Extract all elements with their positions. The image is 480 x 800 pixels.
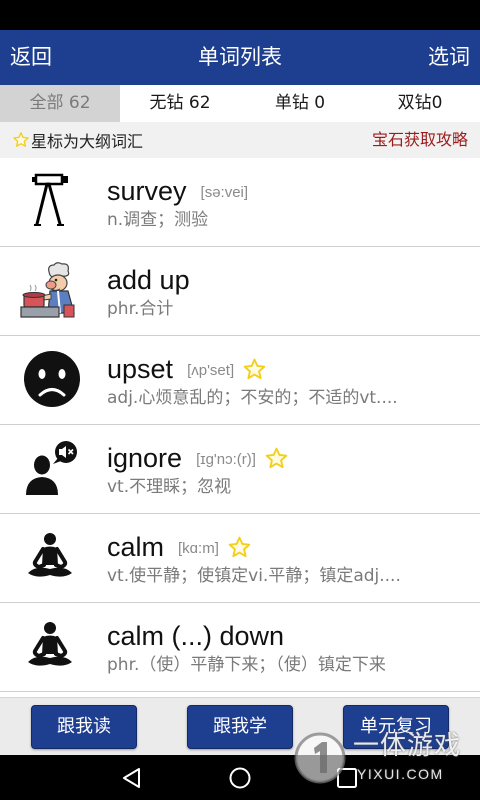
word-heading: calm [kɑ:m] xyxy=(107,529,252,565)
action-bar: 跟我读 跟我学 单元复习 xyxy=(0,697,480,755)
list-item[interactable]: add up phr.合计 xyxy=(0,247,480,336)
definition-text: adj.心烦意乱的；不安的；不适的vt.... xyxy=(107,388,398,408)
star-legend-text: 星标为大纲词汇 xyxy=(31,132,144,151)
nav-back-icon[interactable] xyxy=(119,765,145,791)
word-text: ignore xyxy=(107,442,183,473)
list-item[interactable]: calm [kɑ:m] vt.使平静；使镇定vi.平静；镇定adj.... xyxy=(0,514,480,603)
word-heading: ignore [ɪg'nɔ:(r)] xyxy=(107,440,289,476)
list-item[interactable]: calm (...) down phr.（使）平静下来；（使）镇定下来 xyxy=(0,603,480,692)
word-text: calm xyxy=(107,531,165,562)
word-image xyxy=(20,528,80,588)
tripod-icon xyxy=(32,173,68,226)
read-along-button[interactable]: 跟我读 xyxy=(31,705,137,749)
word-image xyxy=(20,617,80,677)
phonetic-text: [sə:vei] xyxy=(200,184,249,201)
learn-along-button[interactable]: 跟我学 xyxy=(187,705,293,749)
word-list: survey [sə:vei] n.调查；测验 add up phr.合计 up… xyxy=(0,158,480,692)
system-nav-bar xyxy=(0,755,480,800)
back-button[interactable]: 返回 xyxy=(10,30,52,85)
definition-text: phr.合计 xyxy=(107,299,174,319)
info-bar: 星标为大纲词汇 宝石获取攻略 xyxy=(0,122,480,158)
nav-recents-icon[interactable] xyxy=(334,765,360,791)
filter-tabs: 全部 62 无钻 62 单钻 0 双钻0 xyxy=(0,85,480,122)
word-text: add up xyxy=(107,264,190,295)
star-icon xyxy=(13,132,29,147)
phonetic-text: [ɪg'nɔ:(r)] xyxy=(196,451,256,468)
word-heading: calm (...) down xyxy=(107,618,284,654)
tab-no-diamond[interactable]: 无钻 62 xyxy=(120,85,240,122)
definition-text: n.调查；测验 xyxy=(107,210,209,230)
phonetic-text: [ʌp'set] xyxy=(187,362,235,379)
definition-text: vt.使平静；使镇定vi.平静；镇定adj.... xyxy=(107,566,401,586)
tab-double-diamond[interactable]: 双钻0 xyxy=(360,85,480,122)
word-heading: survey [sə:vei] xyxy=(107,173,248,209)
word-heading: upset [ʌp'set] xyxy=(107,351,267,387)
unit-review-button[interactable]: 单元复习 xyxy=(343,705,449,749)
star-icon xyxy=(243,358,266,379)
word-text: upset xyxy=(107,353,174,384)
star-legend: 星标为大纲词汇 xyxy=(12,122,143,158)
select-words-button[interactable]: 选词 xyxy=(428,30,470,85)
nav-home-icon[interactable] xyxy=(227,765,253,791)
star-icon xyxy=(265,447,288,468)
status-bar xyxy=(0,0,480,30)
word-text: calm (...) down xyxy=(107,620,285,651)
list-item[interactable]: survey [sə:vei] n.调查；测验 xyxy=(0,158,480,247)
list-item[interactable]: upset [ʌp'set] adj.心烦意乱的；不安的；不适的vt.... xyxy=(0,336,480,425)
word-text: survey xyxy=(107,175,187,206)
meditation-icon xyxy=(28,533,72,577)
gem-guide-link[interactable]: 宝石获取攻略 xyxy=(372,122,468,158)
meditation-icon xyxy=(28,622,72,666)
phonetic-text: [kɑ:m] xyxy=(178,540,219,557)
page-title: 单词列表 xyxy=(198,45,282,69)
word-image xyxy=(20,261,80,321)
star-icon xyxy=(228,536,251,557)
chef-cooking-icon xyxy=(20,262,75,318)
app-header: 返回 单词列表 选词 xyxy=(0,30,480,85)
sad-face-icon xyxy=(24,351,80,407)
tab-single-diamond[interactable]: 单钻 0 xyxy=(240,85,360,122)
tab-all[interactable]: 全部 62 xyxy=(0,85,120,122)
word-image xyxy=(20,439,80,499)
word-image xyxy=(20,172,80,232)
word-heading: add up xyxy=(107,262,190,298)
person-muted-icon xyxy=(26,441,77,495)
definition-text: phr.（使）平静下来；（使）镇定下来 xyxy=(107,655,386,675)
definition-text: vt.不理睬；忽视 xyxy=(107,477,232,497)
word-image xyxy=(20,350,80,410)
list-item[interactable]: ignore [ɪg'nɔ:(r)] vt.不理睬；忽视 xyxy=(0,425,480,514)
